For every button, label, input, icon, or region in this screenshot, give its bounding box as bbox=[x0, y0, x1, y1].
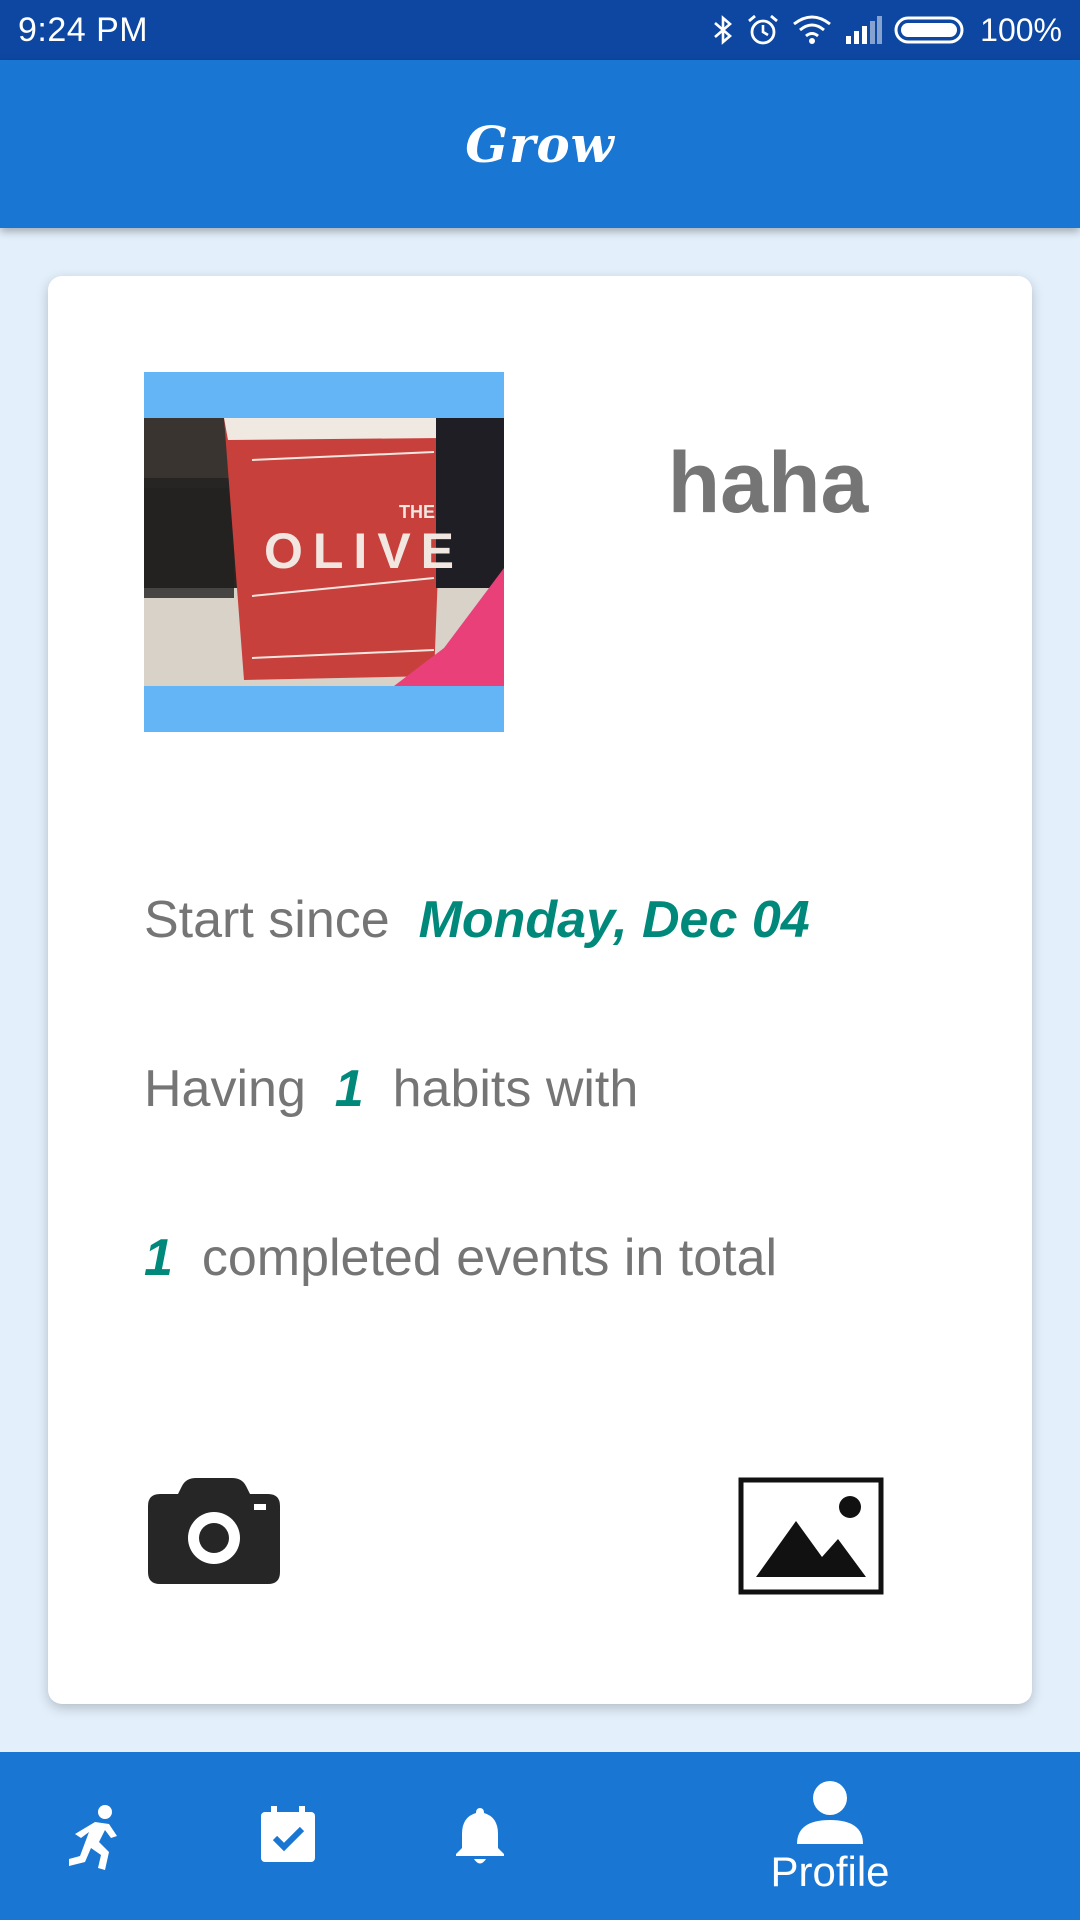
status-time: 9:24 PM bbox=[18, 10, 149, 49]
nav-profile[interactable]: Profile bbox=[740, 1752, 920, 1920]
battery-icon bbox=[894, 16, 964, 44]
events-count: 1 bbox=[144, 1229, 173, 1287]
start-since-line: Start since Monday, Dec 04 bbox=[144, 890, 810, 950]
photo-image: THE OLIVE bbox=[144, 418, 504, 686]
habits-prefix: Having bbox=[144, 1060, 306, 1118]
running-icon bbox=[69, 1805, 117, 1870]
alarm-icon bbox=[748, 14, 779, 45]
battery-level: 100% bbox=[980, 11, 1062, 48]
person-icon bbox=[797, 1781, 863, 1844]
habits-suffix: habits with bbox=[392, 1060, 639, 1118]
pick-image-button[interactable] bbox=[738, 1477, 884, 1595]
take-photo-button[interactable] bbox=[144, 1472, 284, 1588]
wifi-icon bbox=[793, 15, 832, 44]
bluetooth-icon bbox=[714, 15, 733, 45]
start-date: Monday, Dec 04 bbox=[418, 891, 810, 949]
user-name: haha bbox=[667, 435, 869, 531]
start-since-label: Start since bbox=[144, 891, 390, 949]
calendar-check-icon bbox=[261, 1806, 315, 1862]
profile-photo[interactable]: THE OLIVE bbox=[144, 372, 504, 732]
status-bar: 9:24 PM 100% bbox=[0, 0, 1080, 60]
events-line: 1 completed events in total bbox=[144, 1228, 777, 1288]
signal-icon bbox=[846, 16, 883, 44]
bottom-nav: Profile bbox=[0, 1752, 1080, 1920]
app-title: Grow bbox=[465, 114, 615, 174]
habits-line: Having 1 habits with bbox=[144, 1059, 638, 1119]
image-icon bbox=[738, 1477, 884, 1595]
profile-card: THE OLIVE haha Start since Monday, Dec 0… bbox=[48, 276, 1032, 1704]
habits-count: 1 bbox=[334, 1060, 364, 1118]
svg-text:OLIVE: OLIVE bbox=[264, 523, 464, 579]
status-icons: 100% bbox=[712, 12, 1062, 49]
svg-text:THE: THE bbox=[399, 502, 435, 522]
bell-icon bbox=[456, 1808, 504, 1864]
camera-icon bbox=[148, 1478, 280, 1584]
events-suffix: completed events in total bbox=[201, 1229, 778, 1287]
nav-tasks[interactable] bbox=[232, 1752, 344, 1920]
app-bar: Grow bbox=[0, 60, 1080, 228]
nav-habits[interactable] bbox=[40, 1752, 150, 1920]
nav-notifications[interactable] bbox=[424, 1752, 536, 1920]
nav-profile-label: Profile bbox=[770, 1848, 890, 1895]
